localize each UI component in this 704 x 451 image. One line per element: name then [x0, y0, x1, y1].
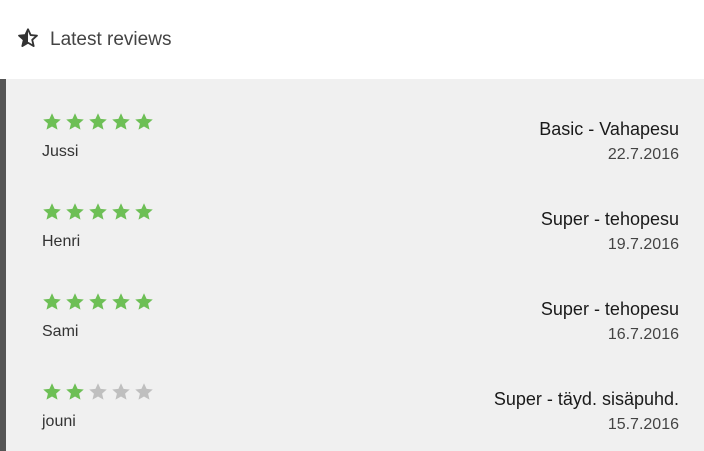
star-rating — [42, 382, 157, 402]
review-date: 15.7.2016 — [607, 416, 679, 433]
star-filled-icon — [88, 292, 108, 312]
review-date: 22.7.2016 — [607, 146, 679, 163]
service-name: Super - tehopesu — [540, 299, 679, 319]
star-rating — [42, 112, 157, 132]
star-filled-icon — [111, 112, 131, 132]
star-filled-icon — [65, 382, 85, 402]
reviewer-name: Sami — [42, 323, 79, 340]
star-filled-icon — [134, 202, 154, 222]
star-empty-icon — [88, 382, 108, 402]
star-filled-icon — [134, 112, 154, 132]
review-date: 19.7.2016 — [607, 236, 679, 253]
reviewer-name: jouni — [42, 413, 76, 430]
star-rating — [42, 292, 157, 312]
star-empty-icon — [111, 382, 131, 402]
star-filled-icon — [65, 202, 85, 222]
star-half-icon — [17, 27, 39, 49]
review-item[interactable]: Jussi Basic - Vahapesu 22.7.2016 — [6, 79, 704, 169]
star-filled-icon — [42, 202, 62, 222]
review-item[interactable]: Sami Super - tehopesu 16.7.2016 — [6, 259, 704, 349]
star-filled-icon — [42, 382, 62, 402]
star-filled-icon — [88, 202, 108, 222]
service-name: Super - täyd. sisäpuhd. — [493, 389, 679, 409]
reviewer-name: Jussi — [42, 143, 79, 160]
star-filled-icon — [65, 112, 85, 132]
review-item[interactable]: Henri Super - tehopesu 19.7.2016 — [6, 169, 704, 259]
page-title: Latest reviews — [50, 29, 172, 50]
star-filled-icon — [134, 292, 154, 312]
star-filled-icon — [88, 112, 108, 132]
reviews-list: Jussi Basic - Vahapesu 22.7.2016 Henri S… — [0, 79, 704, 451]
star-rating — [42, 202, 157, 222]
service-name: Super - tehopesu — [540, 209, 679, 229]
review-date: 16.7.2016 — [607, 326, 679, 343]
reviewer-name: Henri — [42, 233, 81, 250]
star-filled-icon — [111, 202, 131, 222]
reviews-header: Latest reviews — [0, 0, 704, 79]
service-name: Basic - Vahapesu — [539, 119, 679, 139]
star-filled-icon — [111, 292, 131, 312]
review-item[interactable]: jouni Super - täyd. sisäpuhd. 15.7.2016 — [6, 349, 704, 439]
star-filled-icon — [65, 292, 85, 312]
star-filled-icon — [42, 292, 62, 312]
star-empty-icon — [134, 382, 154, 402]
star-filled-icon — [42, 112, 62, 132]
